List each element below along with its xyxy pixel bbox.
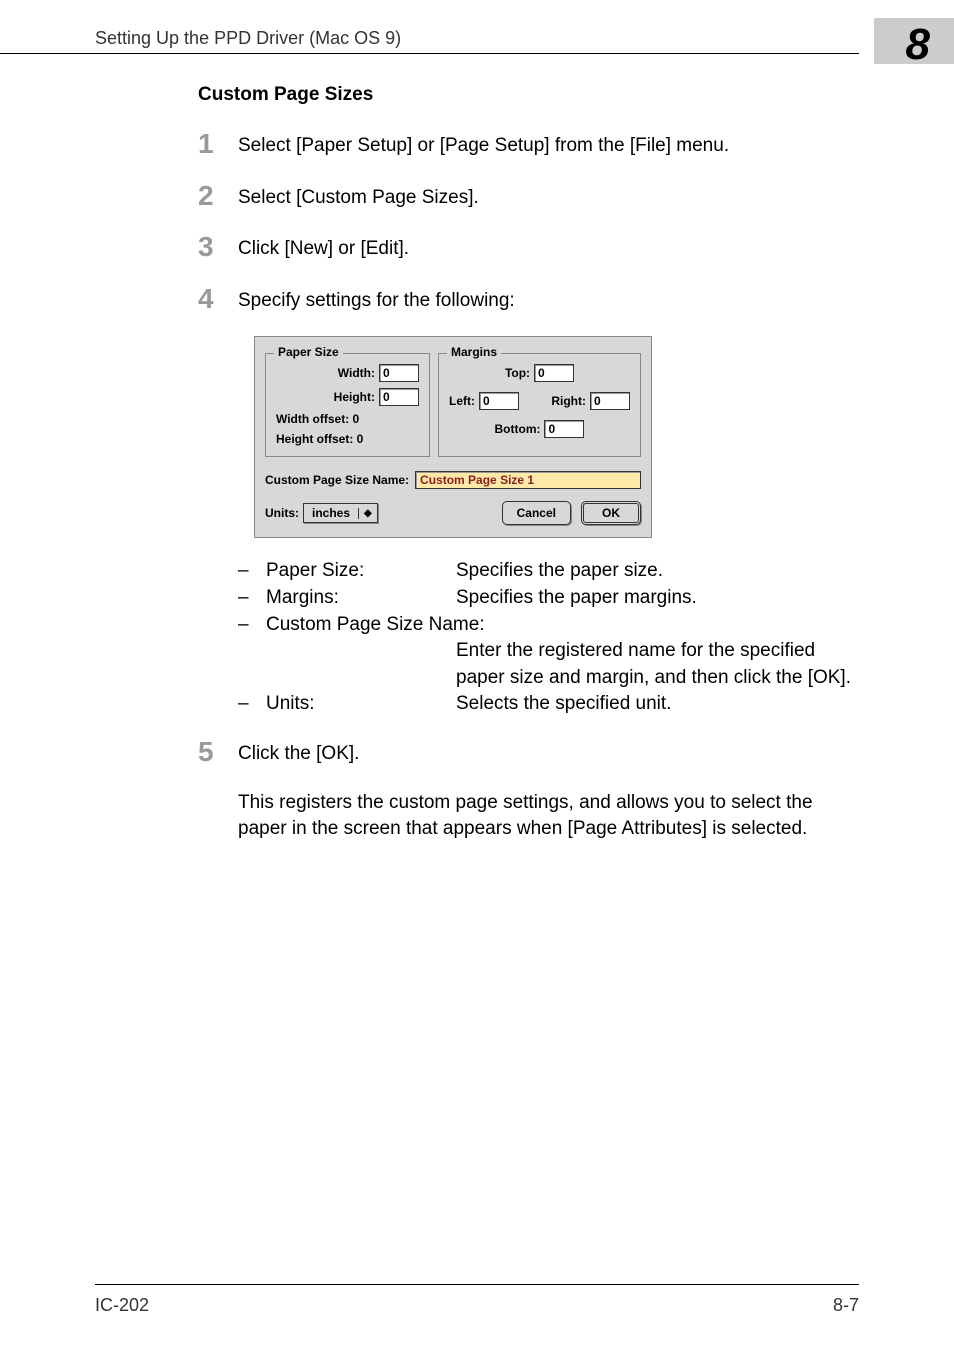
footer-right: 8-7 (833, 1295, 859, 1316)
width-label: Width: (276, 366, 375, 380)
list-item: – Margins: Specifies the paper margins. (238, 585, 864, 612)
units-label: Units: (265, 506, 299, 520)
dash-icon: – (238, 691, 266, 718)
chapter-number: 8 (906, 20, 930, 70)
units-value: inches (304, 506, 358, 520)
bullet-list: – Paper Size: Specifies the paper size. … (238, 558, 864, 718)
margin-left-input[interactable] (479, 392, 519, 410)
custom-name-label: Custom Page Size Name: (265, 473, 409, 487)
content: Custom Page Sizes 1 Select [Paper Setup]… (0, 54, 954, 843)
bullet-continuation: Enter the registered name for the specif… (456, 638, 864, 691)
bullet-desc: Selects the specified unit. (456, 691, 864, 718)
dash-icon: – (238, 585, 266, 612)
margin-bottom-input[interactable] (544, 420, 584, 438)
step-text: Select [Custom Page Sizes]. (238, 182, 479, 212)
bullet-desc: Specifies the paper margins. (456, 585, 864, 612)
dash-icon: – (238, 558, 266, 585)
step-text: Click the [OK]. (238, 738, 359, 768)
step-3: 3 Click [New] or [Edit]. (198, 233, 864, 263)
step-text: Select [Paper Setup] or [Page Setup] fro… (238, 130, 729, 160)
custom-page-dialog: Paper Size Width: Height: Width offset: … (254, 336, 652, 538)
step-2: 2 Select [Custom Page Sizes]. (198, 182, 864, 212)
margins-legend: Margins (447, 345, 501, 359)
step-text: Specify settings for the following: (238, 285, 515, 315)
bullet-label: Custom Page Size Name: (266, 612, 485, 639)
step-number: 1 (198, 130, 238, 160)
margin-left-label: Left: (449, 394, 475, 408)
bullet-label: Margins: (266, 585, 456, 612)
chevron-updown-icon: ◆ (358, 508, 377, 519)
height-label: Height: (276, 390, 375, 404)
units-select[interactable]: inches ◆ (303, 503, 378, 523)
step-number: 2 (198, 182, 238, 212)
bullet-desc: Specifies the paper size. (456, 558, 864, 585)
custom-name-input[interactable] (415, 471, 641, 489)
header-title: Setting Up the PPD Driver (Mac OS 9) (95, 28, 401, 49)
dash-icon: – (238, 612, 266, 639)
section-title: Custom Page Sizes (198, 84, 864, 106)
step-number: 5 (198, 738, 238, 768)
margin-top-label: Top: (505, 366, 530, 380)
margin-top-input[interactable] (534, 364, 574, 382)
list-item: – Custom Page Size Name: (238, 612, 864, 639)
step-1: 1 Select [Paper Setup] or [Page Setup] f… (198, 130, 864, 160)
margin-bottom-label: Bottom: (495, 422, 541, 436)
height-offset: Height offset: 0 (276, 432, 419, 446)
bullet-label: Units: (266, 691, 456, 718)
step-4: 4 Specify settings for the following: (198, 285, 864, 315)
step-number: 4 (198, 285, 238, 315)
height-input[interactable] (379, 388, 419, 406)
width-input[interactable] (379, 364, 419, 382)
list-item: – Units: Selects the specified unit. (238, 691, 864, 718)
margin-right-input[interactable] (590, 392, 630, 410)
footer-left: IC-202 (95, 1295, 149, 1316)
width-offset: Width offset: 0 (276, 412, 419, 426)
page-footer: IC-202 8-7 (95, 1284, 859, 1316)
paper-size-legend: Paper Size (274, 345, 343, 359)
ok-button[interactable]: OK (581, 501, 641, 525)
bullet-label: Paper Size: (266, 558, 456, 585)
cancel-button[interactable]: Cancel (502, 501, 571, 525)
margins-fieldset: Margins Top: Left: Right: (438, 353, 641, 457)
page-header: Setting Up the PPD Driver (Mac OS 9) (0, 0, 859, 54)
margin-right-label: Right: (551, 394, 586, 408)
step-5: 5 Click the [OK]. (198, 738, 864, 768)
list-item: – Paper Size: Specifies the paper size. (238, 558, 864, 585)
step-number: 3 (198, 233, 238, 263)
dialog-container: Paper Size Width: Height: Width offset: … (254, 336, 864, 538)
paper-size-fieldset: Paper Size Width: Height: Width offset: … (265, 353, 430, 457)
step-text: Click [New] or [Edit]. (238, 233, 409, 263)
closing-paragraph: This registers the custom page settings,… (238, 790, 864, 843)
